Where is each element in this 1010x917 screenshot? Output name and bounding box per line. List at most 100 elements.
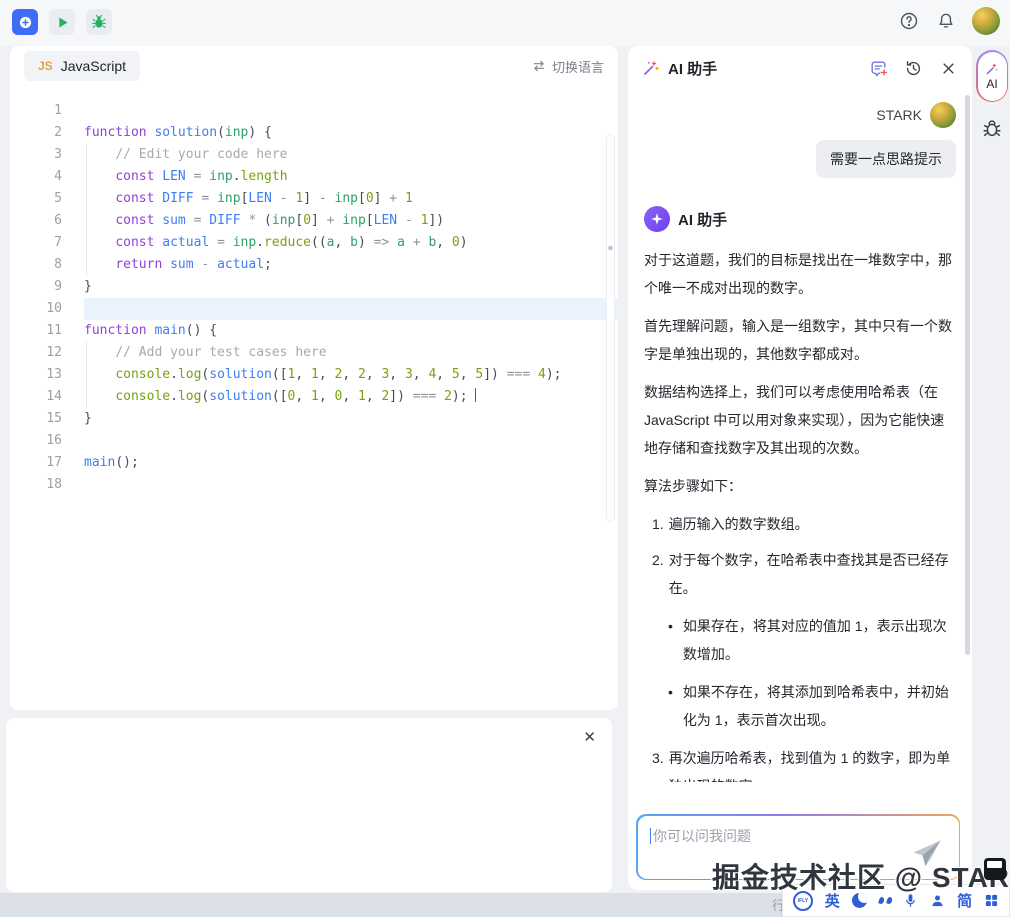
switch-language-button[interactable]: 切换语言 bbox=[532, 57, 604, 76]
editor-header: JS JavaScript 切换语言 bbox=[10, 46, 618, 86]
line-number: 6 bbox=[10, 210, 62, 232]
bullet-item: •如果不存在，将其添加到哈希表中，并初始化为 1，表示首次出现。 bbox=[668, 678, 956, 734]
swap-arrows-icon bbox=[532, 60, 546, 72]
user-name: STARK bbox=[876, 107, 922, 123]
text-caret bbox=[475, 388, 477, 402]
nav-right-group bbox=[898, 7, 1000, 35]
line-number: 14 bbox=[10, 386, 62, 408]
line-number: 10 bbox=[10, 298, 62, 320]
voice-dots-icon[interactable] bbox=[879, 897, 892, 904]
list-item: 1.遍历输入的数字数组。 bbox=[652, 510, 956, 538]
ai-assistant-panel: AI 助手 STARK 需要一点思路提示 AI 助手 对于这道题，我们的目 bbox=[628, 46, 972, 890]
js-icon: JS bbox=[38, 59, 53, 73]
tab-javascript[interactable]: JS JavaScript bbox=[24, 51, 140, 81]
code-line[interactable]: 4 const LEN = inp.length bbox=[10, 166, 618, 188]
tab-label: JavaScript bbox=[61, 58, 126, 74]
user-message-header: STARK bbox=[644, 102, 956, 128]
chat-scrollbar[interactable] bbox=[965, 95, 970, 655]
top-navbar bbox=[0, 0, 1010, 46]
line-number: 16 bbox=[10, 430, 62, 452]
code-line[interactable]: 1 bbox=[10, 100, 618, 122]
code-line[interactable]: 11function main() { bbox=[10, 320, 618, 342]
ai-header-actions bbox=[868, 58, 958, 78]
assistant-name: AI 助手 bbox=[678, 209, 727, 230]
close-console-icon[interactable]: ✕ bbox=[583, 730, 596, 745]
assistant-message-body: 对于这道题，我们的目标是找出在一堆数字中，那个唯一不成对出现的数字。首先理解问题… bbox=[644, 246, 956, 782]
code-line[interactable]: 18 bbox=[10, 474, 618, 496]
list-item: 3.再次遍历哈希表，找到值为 1 的数字，即为单独出现的数字。 bbox=[652, 744, 956, 782]
user-avatar[interactable] bbox=[972, 7, 1000, 35]
assistant-paragraph: 数据结构选择上，我们可以考虑使用哈希表（在 JavaScript 中可以用对象来… bbox=[644, 378, 956, 462]
new-chat-icon[interactable] bbox=[868, 58, 888, 78]
switch-language-label: 切换语言 bbox=[552, 57, 604, 76]
debug-sidebar-icon[interactable] bbox=[981, 117, 1003, 139]
scrollbar-thumb[interactable] bbox=[608, 246, 613, 250]
sparkle-wand-icon bbox=[985, 62, 999, 76]
editor-scrollbar[interactable] bbox=[606, 134, 615, 522]
code-line[interactable]: 16 bbox=[10, 430, 618, 452]
line-number: 9 bbox=[10, 276, 62, 298]
add-button[interactable] bbox=[12, 9, 38, 35]
line-number: 15 bbox=[10, 408, 62, 430]
assistant-paragraph: 算法步骤如下： bbox=[644, 472, 956, 500]
line-number: 11 bbox=[10, 320, 62, 342]
line-number: 5 bbox=[10, 188, 62, 210]
code-line[interactable]: 12 // Add your test cases here bbox=[10, 342, 618, 364]
ai-sidebar-button[interactable]: AI bbox=[976, 50, 1008, 102]
close-panel-icon[interactable] bbox=[938, 58, 958, 78]
ai-panel-title: AI 助手 bbox=[642, 58, 717, 79]
ai-sidebar-label: AI bbox=[986, 77, 997, 91]
user-avatar-small bbox=[930, 102, 956, 128]
nav-toolbar bbox=[12, 9, 112, 35]
code-line[interactable]: 9} bbox=[10, 276, 618, 298]
line-number: 12 bbox=[10, 342, 62, 364]
line-number: 13 bbox=[10, 364, 62, 386]
chat-area[interactable]: STARK 需要一点思路提示 AI 助手 对于这道题，我们的目标是找出在一堆数字… bbox=[628, 90, 972, 782]
play-icon bbox=[55, 15, 70, 30]
help-icon[interactable] bbox=[898, 10, 920, 32]
line-number: 3 bbox=[10, 144, 62, 166]
code-line[interactable]: 14 console.log(solution([0, 1, 0, 1, 2])… bbox=[10, 386, 618, 408]
code-line[interactable]: 10 bbox=[10, 298, 618, 320]
bullet-item: •如果存在，将其对应的值加 1，表示出现次数增加。 bbox=[668, 612, 956, 668]
plus-circle-icon bbox=[18, 15, 33, 30]
text-caret bbox=[650, 828, 652, 844]
code-area[interactable]: 12function solution(inp) {3 // Edit your… bbox=[10, 86, 618, 710]
code-editor-panel: JS JavaScript 切换语言 12function solution(i… bbox=[10, 46, 618, 710]
line-number: 17 bbox=[10, 452, 62, 474]
code-line[interactable]: 7 const actual = inp.reduce((a, b) => a … bbox=[10, 232, 618, 254]
ai-panel-header: AI 助手 bbox=[628, 46, 972, 90]
line-number: 2 bbox=[10, 122, 62, 144]
sparkle-icon bbox=[650, 212, 664, 226]
debug-button[interactable] bbox=[86, 9, 112, 35]
line-number: 18 bbox=[10, 474, 62, 496]
line-number: 4 bbox=[10, 166, 62, 188]
run-button[interactable] bbox=[49, 9, 75, 35]
history-icon[interactable] bbox=[903, 58, 923, 78]
assistant-paragraph: 对于这道题，我们的目标是找出在一堆数字中，那个唯一不成对出现的数字。 bbox=[644, 246, 956, 302]
assistant-paragraph: 首先理解问题，输入是一组数字，其中只有一个数字是单独出现的，其他数字都成对。 bbox=[644, 312, 956, 368]
list-item: 2.对于每个数字，在哈希表中查找其是否已经存在。 bbox=[652, 546, 956, 602]
code-line[interactable]: 2function solution(inp) { bbox=[10, 122, 618, 144]
sparkle-wand-icon bbox=[642, 59, 660, 77]
bug-icon bbox=[91, 14, 107, 30]
input-placeholder: 你可以问我问题 bbox=[653, 828, 751, 844]
code-line[interactable]: 15} bbox=[10, 408, 618, 430]
ai-panel-title-text: AI 助手 bbox=[668, 58, 717, 79]
code-line[interactable]: 13 console.log(solution([1, 1, 2, 2, 3, … bbox=[10, 364, 618, 386]
watermark: 掘金技术社区 @ STARK bbox=[712, 856, 1010, 896]
code-line[interactable]: 17main(); bbox=[10, 452, 618, 474]
ai-avatar bbox=[644, 206, 670, 232]
keyboard-toggle-icon[interactable] bbox=[984, 858, 1006, 880]
code-line[interactable]: 3 // Edit your code here bbox=[10, 144, 618, 166]
line-number: 8 bbox=[10, 254, 62, 276]
user-message-bubble: 需要一点思路提示 bbox=[816, 140, 956, 178]
code-line[interactable]: 8 return sum - actual; bbox=[10, 254, 618, 276]
assistant-message-header: AI 助手 bbox=[644, 206, 956, 232]
line-number: 7 bbox=[10, 232, 62, 254]
code-lines: 12function solution(inp) {3 // Edit your… bbox=[10, 100, 618, 496]
notification-bell-icon[interactable] bbox=[935, 10, 957, 32]
code-line[interactable]: 6 const sum = DIFF * (inp[0] + inp[LEN -… bbox=[10, 210, 618, 232]
code-line[interactable]: 5 const DIFF = inp[LEN - 1] - inp[0] + 1 bbox=[10, 188, 618, 210]
console-panel: ✕ bbox=[6, 718, 612, 892]
